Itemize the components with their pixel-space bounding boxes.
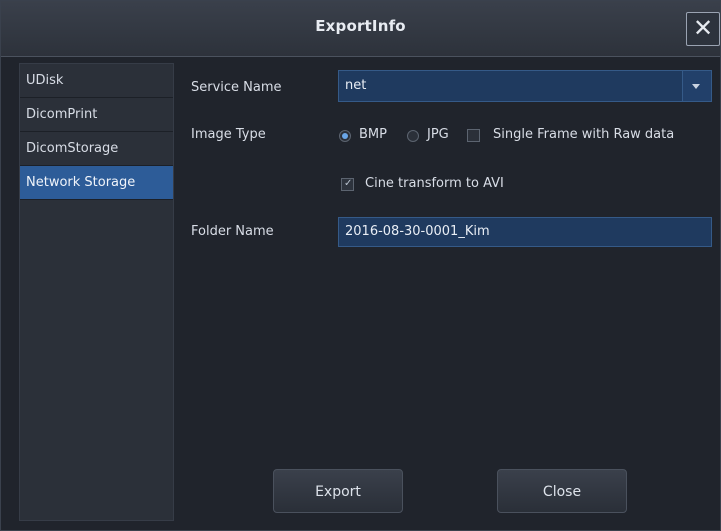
title-bar: ExportInfo ✕ (1, 1, 720, 57)
sidebar-item-dicomprint[interactable]: DicomPrint (20, 98, 173, 132)
sidebar-item-network-storage[interactable]: Network Storage (20, 166, 173, 200)
sidebar-item-dicomstorage[interactable]: DicomStorage (20, 132, 173, 166)
dropdown-arrow-icon[interactable] (682, 71, 711, 101)
export-settings-panel: Service Name net Image Type BMP JPG Sing… (175, 63, 720, 521)
checkmark-icon: ✓ (344, 178, 353, 189)
export-button[interactable]: Export (273, 469, 403, 513)
close-button[interactable]: Close (497, 469, 627, 513)
close-icon[interactable]: ✕ (686, 12, 720, 46)
bmp-radio[interactable] (339, 130, 351, 142)
service-name-select[interactable]: net (338, 70, 712, 102)
export-target-sidebar: UDisk DicomPrint DicomStorage Network St… (19, 63, 174, 521)
sidebar-item-udisk[interactable]: UDisk (20, 64, 173, 98)
cine-avi-label: Cine transform to AVI (365, 176, 504, 191)
export-info-dialog: ExportInfo ✕ UDisk DicomPrint DicomStora… (0, 0, 721, 531)
image-type-label: Image Type (191, 127, 266, 142)
bmp-radio-label: BMP (359, 127, 387, 142)
cine-avi-checkbox[interactable]: ✓ (341, 178, 354, 191)
jpg-radio-label: JPG (427, 127, 449, 142)
jpg-radio[interactable] (407, 130, 419, 142)
folder-name-label: Folder Name (191, 224, 274, 239)
single-frame-checkbox[interactable] (467, 129, 480, 142)
dialog-title: ExportInfo (315, 17, 406, 35)
service-name-label: Service Name (191, 80, 282, 95)
single-frame-label: Single Frame with Raw data (493, 127, 675, 142)
folder-name-input[interactable]: 2016-08-30-0001_Kim (338, 217, 712, 247)
service-name-value: net (345, 78, 367, 93)
